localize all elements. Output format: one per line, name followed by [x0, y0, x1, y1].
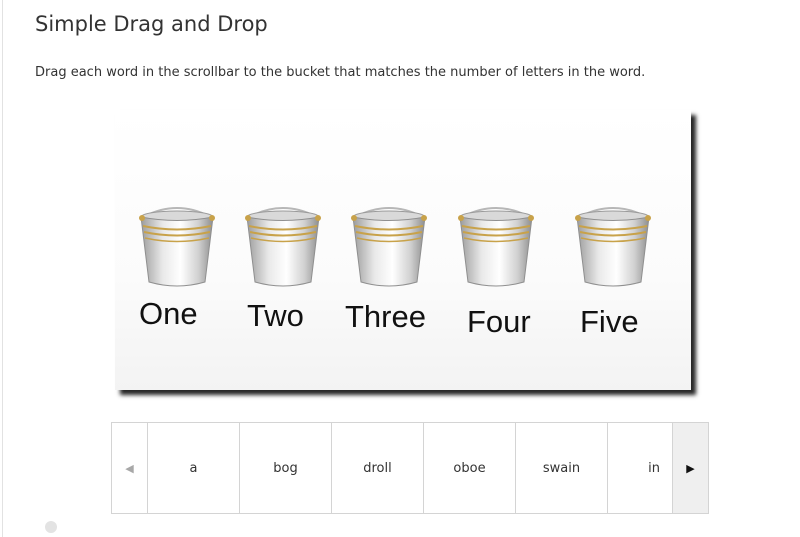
bucket-label-four: Four — [467, 304, 531, 339]
status-dot — [45, 521, 57, 533]
bucket-icon — [139, 207, 215, 287]
bucket-label-one: One — [139, 296, 198, 331]
word-tile[interactable]: bog — [240, 423, 332, 513]
bucket-icon — [351, 207, 427, 287]
arrow-right-icon: ▶ — [686, 461, 695, 475]
bucket-one[interactable] — [137, 202, 217, 292]
bucket-icon — [245, 207, 321, 287]
bucket-icon — [458, 207, 534, 287]
scroll-left-button[interactable]: ◀ — [112, 423, 148, 513]
word-tile[interactable]: droll — [332, 423, 424, 513]
scroll-right-button[interactable]: ▶ — [672, 423, 708, 513]
bucket-four[interactable] — [456, 202, 536, 292]
word-tile[interactable]: a — [148, 423, 240, 513]
bucket-label-two: Two — [247, 298, 304, 333]
bucket-label-three: Three — [345, 299, 426, 334]
instructions-text: Drag each word in the scrollbar to the b… — [35, 65, 646, 80]
bucket-icon — [575, 207, 651, 287]
page-title: Simple Drag and Drop — [35, 12, 268, 36]
bucket-five[interactable] — [573, 202, 653, 292]
word-tile[interactable]: in — [608, 423, 672, 513]
word-tile[interactable]: swain — [516, 423, 608, 513]
bucket-three[interactable] — [349, 202, 429, 292]
bucket-board: One Two Three Four Five — [115, 110, 691, 390]
bucket-label-five: Five — [580, 304, 639, 339]
bucket-two[interactable] — [243, 202, 323, 292]
arrow-left-icon: ◀ — [125, 461, 134, 475]
page: Simple Drag and Drop Drag each word in t… — [2, 0, 800, 537]
word-track: a bog droll oboe swain in — [148, 423, 672, 513]
word-scroller: ◀ a bog droll oboe swain in ▶ — [111, 422, 709, 514]
word-tile[interactable]: oboe — [424, 423, 516, 513]
